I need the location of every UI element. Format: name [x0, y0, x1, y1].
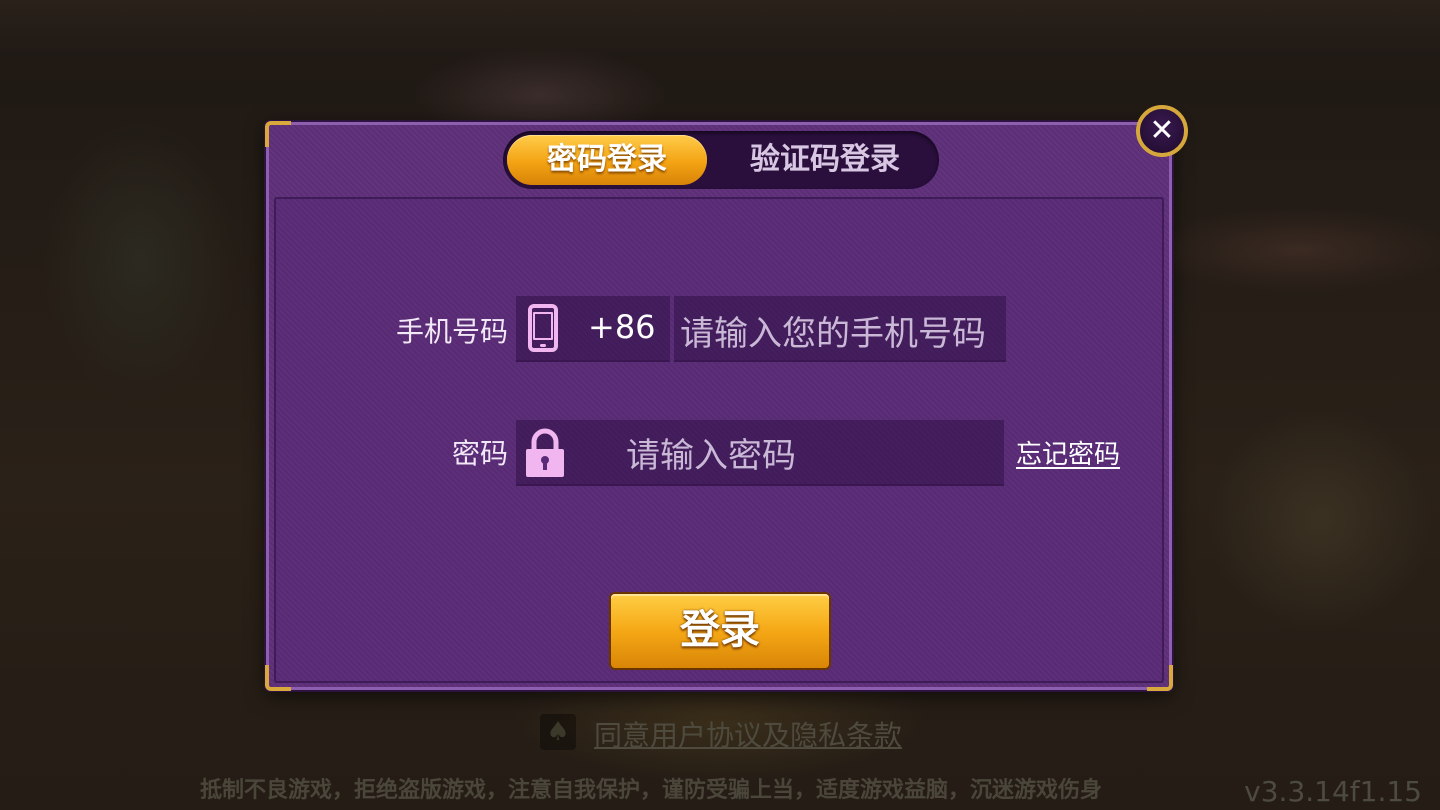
login-button[interactable]: 登录 [611, 594, 829, 668]
login-mode-tabs: 密码登录 验证码登录 [503, 131, 939, 189]
forgot-password-link[interactable]: 忘记密码 [1016, 434, 1120, 471]
close-button[interactable]: ✕ [1136, 105, 1188, 157]
password-label: 密码 [451, 437, 508, 470]
health-notice: 抵制不良游戏，拒绝盗版游戏，注意自我保护，谨防受骗上当，适度游戏益脑，沉迷游戏伤… [200, 778, 1103, 803]
phone-icon [528, 304, 558, 352]
agreement-checkbox[interactable]: ♠ [540, 714, 576, 750]
phone-input[interactable]: 请输入您的手机号码 [674, 296, 1006, 362]
gold-corner-ornament [265, 665, 291, 691]
version-label: v3.3.14f1.15 [1244, 775, 1422, 808]
phone-input-placeholder: 请输入您的手机号码 [680, 314, 986, 354]
tab-password-login[interactable]: 密码登录 [507, 135, 707, 185]
agreement-link[interactable]: 同意用户协议及隐私条款 [594, 714, 902, 754]
gold-corner-ornament [265, 121, 291, 147]
lock-icon [526, 428, 564, 477]
password-input[interactable]: 请输入密码 [516, 420, 1004, 486]
close-icon: ✕ [1149, 113, 1175, 148]
phone-label: 手机号码 [395, 315, 508, 348]
country-code: +86 [588, 308, 656, 346]
tab-code-login[interactable]: 验证码登录 [715, 135, 935, 185]
spade-icon: ♠ [546, 717, 570, 747]
gold-corner-ornament [1147, 665, 1173, 691]
password-input-placeholder: 请输入密码 [626, 436, 796, 476]
